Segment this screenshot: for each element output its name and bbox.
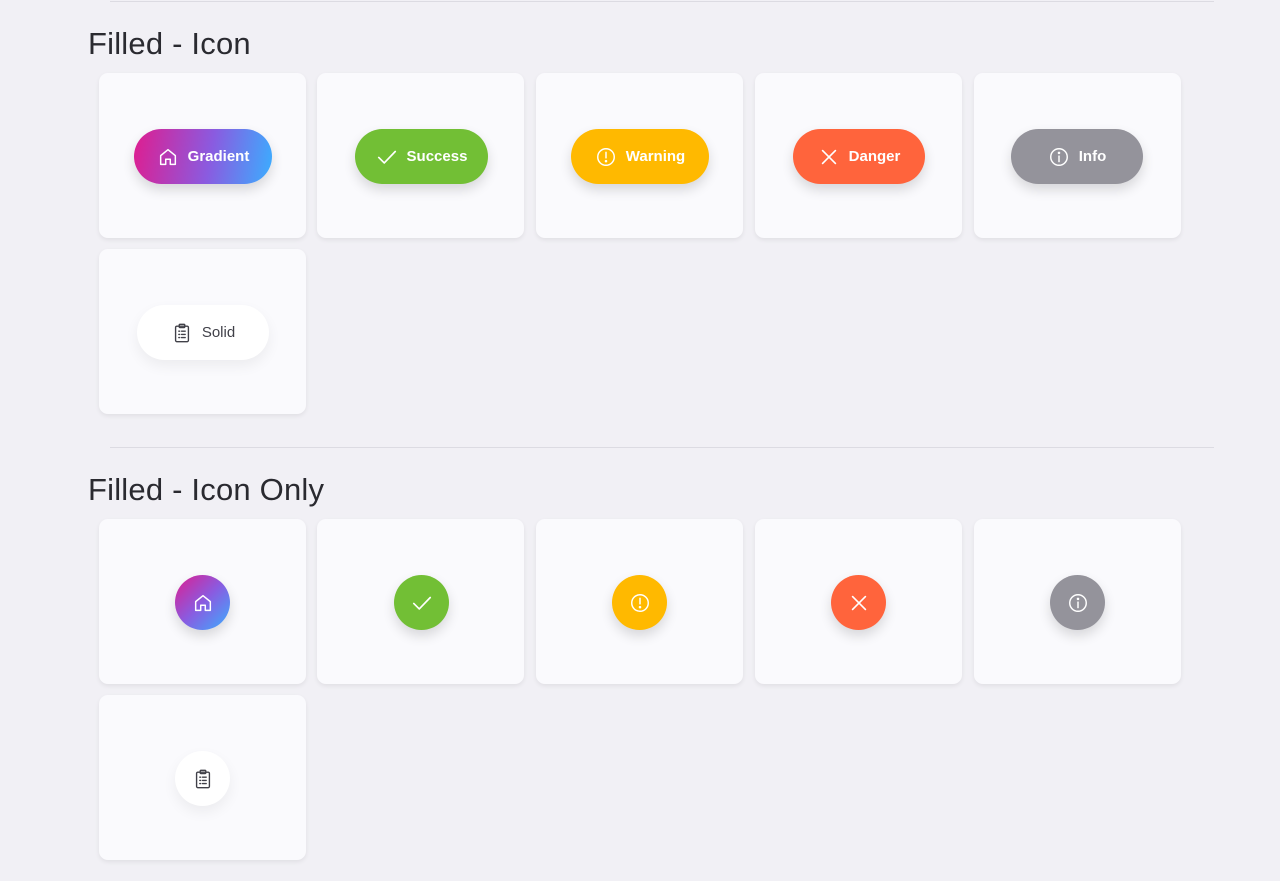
button-card — [755, 519, 962, 684]
button-card — [99, 695, 306, 860]
button-card: Warning — [536, 73, 743, 238]
info-button[interactable]: Info — [1011, 129, 1143, 184]
danger-icon-button[interactable] — [831, 575, 886, 630]
clipboard-icon — [171, 322, 193, 344]
button-label: Info — [1078, 148, 1107, 165]
button-label: Success — [406, 148, 468, 165]
check-icon — [411, 592, 433, 614]
button-card: Gradient — [99, 73, 306, 238]
gradient-button[interactable]: Gradient — [134, 129, 272, 184]
button-label: Solid — [201, 324, 236, 341]
warning-icon-button[interactable] — [612, 575, 667, 630]
home-icon — [192, 592, 214, 614]
section-divider — [110, 447, 1214, 448]
info-icon-button[interactable] — [1050, 575, 1105, 630]
home-icon — [157, 146, 179, 168]
button-card: Danger — [755, 73, 962, 238]
section-title: Filled - Icon Only — [88, 472, 325, 507]
solid-button[interactable]: Solid — [137, 305, 269, 360]
clipboard-icon — [192, 768, 214, 790]
solid-icon-button[interactable] — [175, 751, 230, 806]
close-icon — [848, 592, 870, 614]
check-icon — [376, 146, 398, 168]
button-card — [99, 519, 306, 684]
section-title: Filled - Icon — [88, 26, 251, 61]
section-divider — [110, 1, 1214, 2]
button-card — [974, 519, 1181, 684]
button-label: Warning — [625, 148, 686, 165]
button-label: Danger — [848, 148, 901, 165]
warning-button[interactable]: Warning — [571, 129, 709, 184]
button-card: Info — [974, 73, 1181, 238]
success-icon-button[interactable] — [394, 575, 449, 630]
info-circle-icon — [1048, 146, 1070, 168]
alert-circle-icon — [595, 146, 617, 168]
button-card — [536, 519, 743, 684]
alert-circle-icon — [629, 592, 651, 614]
button-card: Success — [317, 73, 524, 238]
gradient-icon-button[interactable] — [175, 575, 230, 630]
success-button[interactable]: Success — [355, 129, 488, 184]
close-icon — [818, 146, 840, 168]
button-card — [317, 519, 524, 684]
danger-button[interactable]: Danger — [793, 129, 925, 184]
button-label: Gradient — [187, 148, 250, 165]
info-circle-icon — [1067, 592, 1089, 614]
button-card: Solid — [99, 249, 306, 414]
